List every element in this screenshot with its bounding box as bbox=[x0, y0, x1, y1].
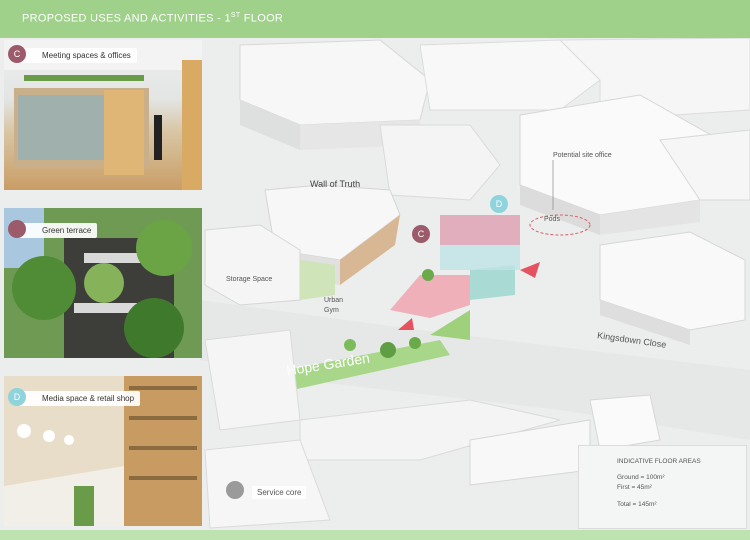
label-urban-gym: Urban Gym bbox=[324, 297, 344, 314]
legend-label-meeting: Meeting spaces & offices bbox=[18, 48, 137, 63]
floor-areas-panel: INDICATIVE FLOOR AREAS Ground = 100m² Fi… bbox=[578, 445, 747, 529]
page-title: PROPOSED USES AND ACTIVITIES - 1ST FLOOR bbox=[22, 12, 284, 25]
header-bar: PROPOSED USES AND ACTIVITIES - 1ST FLOOR bbox=[0, 0, 750, 38]
footer-bar bbox=[0, 530, 750, 540]
label-potential-site-office: Potential site office bbox=[553, 152, 612, 159]
floor-areas-title: INDICATIVE FLOOR AREAS bbox=[617, 458, 701, 465]
label-pods: Pods bbox=[544, 216, 560, 223]
legend-badge-d: D bbox=[8, 388, 26, 406]
map-badge-c: C bbox=[412, 225, 430, 243]
legend-label-green-terrace: Green terrace bbox=[18, 223, 98, 238]
label-wall-of-truth: Wall of Truth bbox=[310, 179, 361, 189]
floor-areas-total: Total = 145m² bbox=[617, 501, 657, 508]
legend-badge-green-terrace bbox=[8, 220, 26, 238]
service-core-swatch bbox=[226, 481, 244, 499]
legend-badge-c: C bbox=[8, 45, 26, 63]
map-badge-d: D bbox=[490, 195, 508, 213]
label-storage-space: Storage Space bbox=[226, 276, 273, 283]
legend-label-media: Media space & retail shop bbox=[18, 391, 141, 406]
floor-areas-first: First = 45m² bbox=[617, 484, 652, 491]
service-core-label: Service core bbox=[252, 486, 307, 499]
floor-areas-ground: Ground = 100m² bbox=[617, 474, 665, 481]
